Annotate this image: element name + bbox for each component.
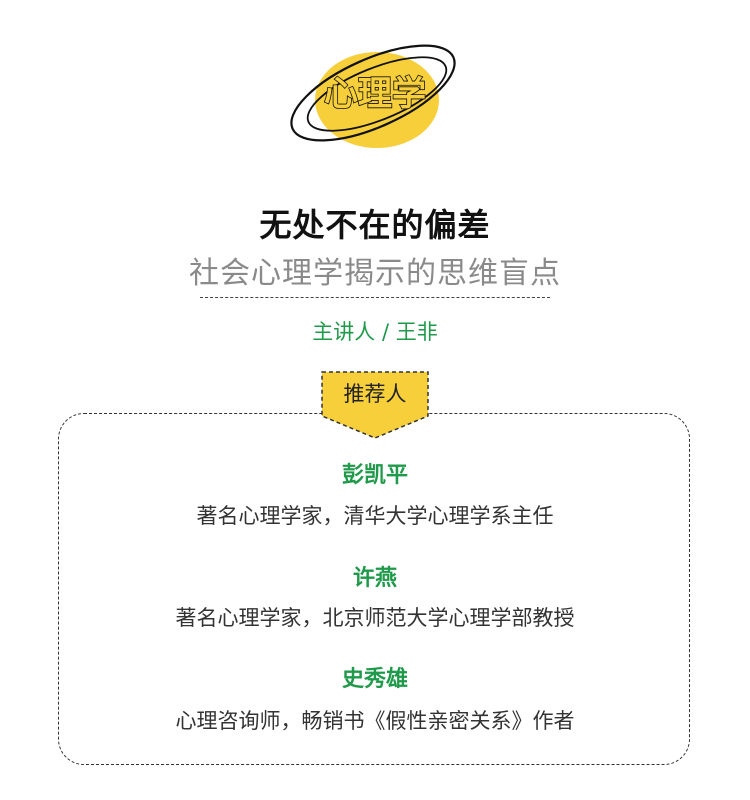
recommender-desc: 著名心理学家，北京师范大学心理学部教授 (175, 606, 575, 630)
lecturer-label: 主讲人 / 王非 (312, 320, 438, 344)
title-divider (200, 297, 550, 298)
recommender-name: 许燕 (352, 566, 397, 591)
recommender-name: 彭凯平 (341, 463, 408, 488)
recommenders-badge-label: 推荐人 (343, 382, 407, 406)
recommender-desc: 心理咨询师，畅销书《假性亲密关系》作者 (175, 709, 575, 733)
logo-text: 心理学 (324, 74, 426, 114)
page-title: 无处不在的偏差 (259, 206, 491, 244)
page-subtitle: 社会心理学揭示的思维盲点 (189, 256, 561, 291)
recommender-desc: 著名心理学家，清华大学心理学系主任 (196, 504, 554, 528)
recommender-name: 史秀雄 (341, 667, 408, 692)
psychology-logo: 心理学 (290, 44, 456, 148)
